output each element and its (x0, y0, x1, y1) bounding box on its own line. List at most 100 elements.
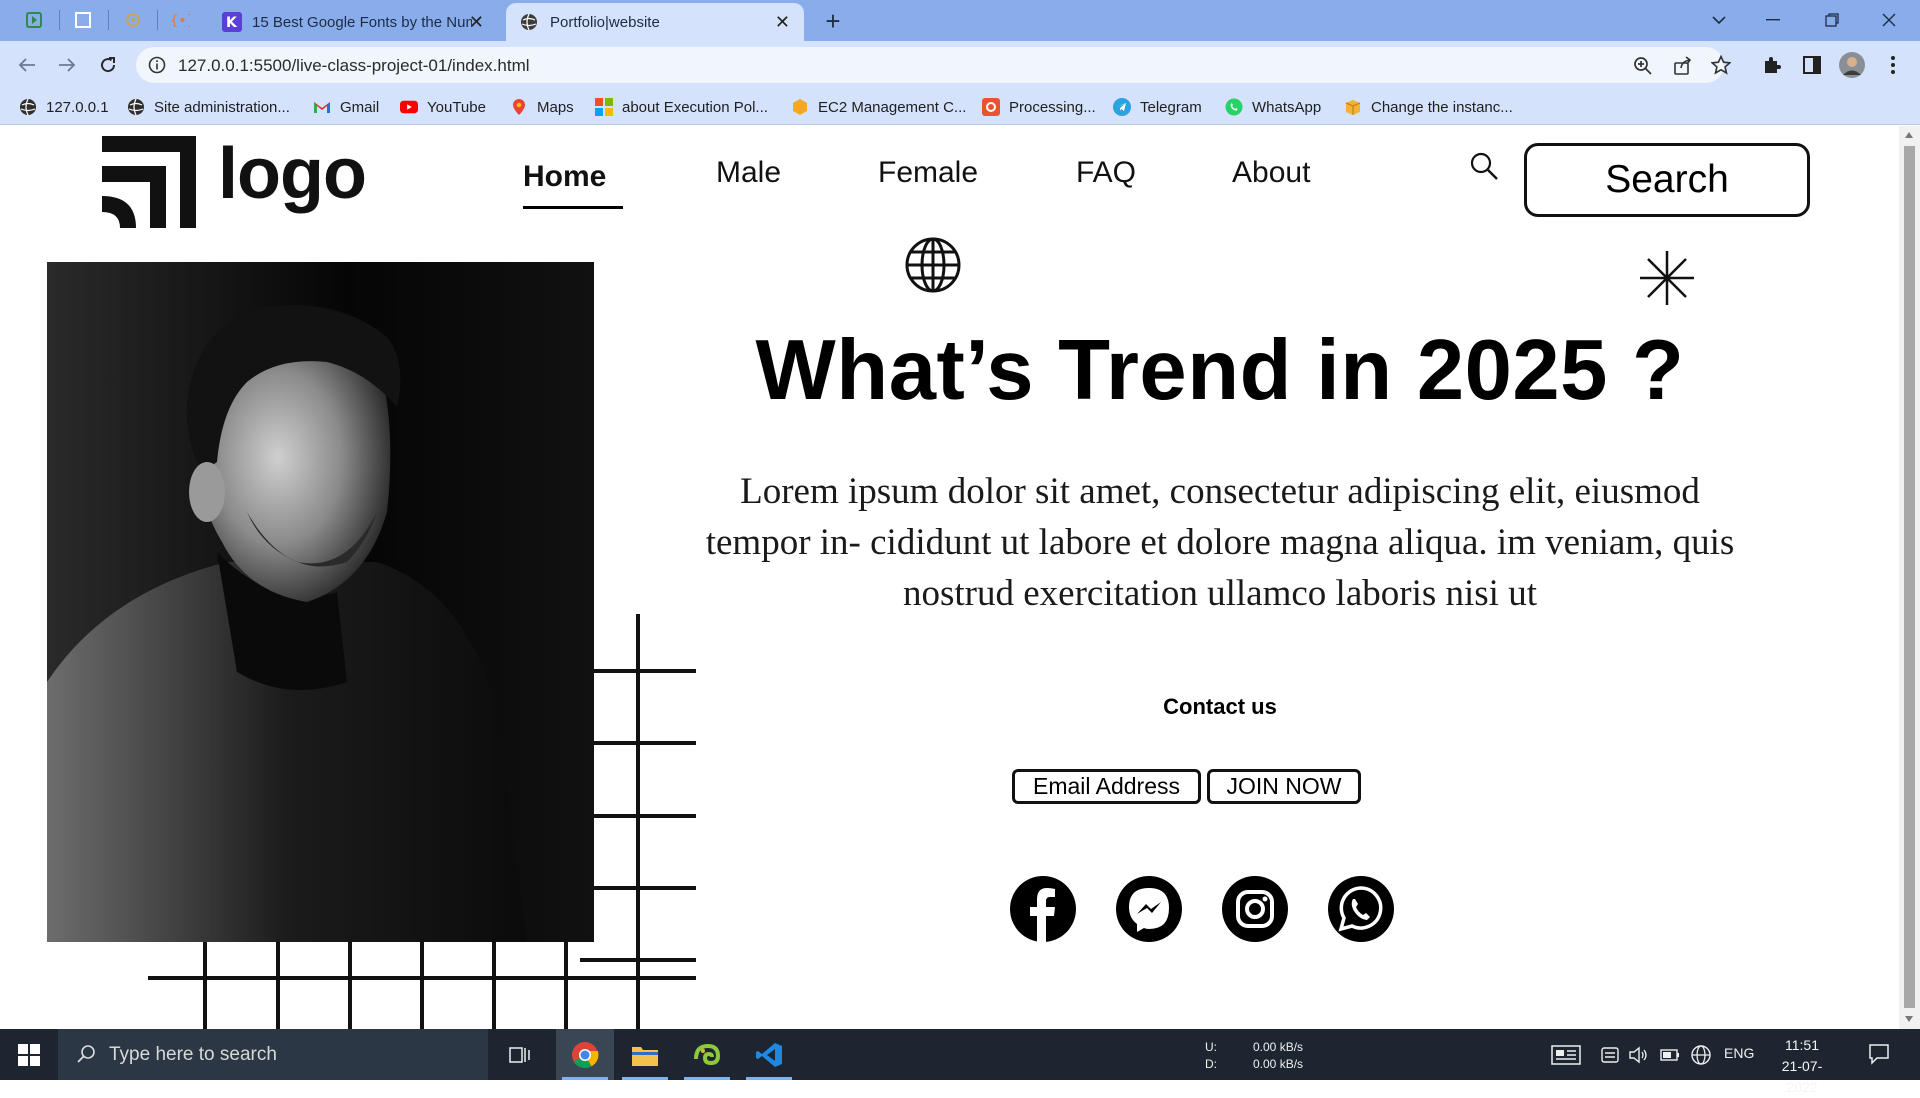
globe-icon (905, 237, 961, 293)
close-icon[interactable]: ✕ (775, 12, 790, 33)
tab-separator (157, 10, 158, 30)
bookmark-execution-policy[interactable]: about Execution Pol... (595, 97, 768, 117)
task-view-button[interactable] (491, 1029, 549, 1080)
bookmark-label: 127.0.0.1 (46, 98, 109, 116)
browser-toolbar: 127.0.0.1:5500/live-class-project-01/ind… (0, 41, 1920, 89)
hero-paragraph: Lorem ipsum dolor sit amet, consectetur … (705, 471, 1735, 614)
sparkle-star-icon (1640, 251, 1694, 305)
bookmark-label: WhatsApp (1252, 98, 1322, 116)
keyboard-icon[interactable] (1601, 1045, 1619, 1065)
logo-text[interactable]: logo (218, 134, 367, 214)
bookmark-label: Telegram (1140, 98, 1202, 116)
taskbar-search-placeholder: Type here to search (109, 1043, 277, 1065)
side-panel-icon (1803, 56, 1821, 74)
close-icon[interactable]: ✕ (469, 12, 484, 33)
taskbar-vscode[interactable] (740, 1029, 798, 1080)
pinned-tab-3[interactable] (121, 8, 145, 32)
info-icon[interactable] (148, 56, 166, 74)
puzzle-icon (1765, 57, 1781, 73)
nav-male[interactable]: Male (716, 156, 781, 190)
profile-button[interactable] (1839, 52, 1865, 78)
scroll-thumb[interactable] (1904, 146, 1915, 1008)
windows-taskbar: Type here to search U: 0.00 kB/s D: 0.00 k… (0, 1029, 1920, 1095)
pinned-tab-4[interactable]: {•} (168, 8, 192, 32)
share-icon[interactable] (1673, 56, 1693, 76)
aws-icon (793, 99, 807, 115)
avatar (1839, 52, 1865, 78)
tab-fonts-article[interactable]: K 15 Best Google Fonts by the Num ✕ (208, 3, 498, 41)
bookmark-telegram[interactable]: Telegram (1113, 97, 1202, 117)
close-icon (1882, 13, 1896, 27)
arrow-right-icon (59, 58, 76, 72)
tab-search-button[interactable] (1696, 4, 1742, 36)
nav-about[interactable]: About (1232, 156, 1310, 190)
bookmark-maps[interactable]: Maps (510, 97, 574, 117)
scroll-down-arrow[interactable] (1905, 1016, 1913, 1022)
nav-home[interactable]: Home (523, 160, 606, 194)
address-bar[interactable]: 127.0.0.1:5500/live-class-project-01/ind… (136, 47, 1731, 83)
scroll-up-arrow[interactable] (1905, 132, 1913, 138)
bookmark-site-admin[interactable]: Site administration... (127, 97, 290, 117)
telegram-icon (1113, 98, 1131, 116)
web-page: logo Home Male Female FAQ About Search W… (0, 126, 1899, 1029)
net-down-label: D: (1205, 1057, 1217, 1071)
start-button[interactable] (0, 1029, 58, 1080)
bookmark-gmail[interactable]: Gmail (313, 97, 379, 117)
forward-button[interactable] (52, 50, 82, 80)
hero-title: What’s Trend in 2025 ? (755, 323, 1685, 418)
speaker-icon[interactable] (1628, 1045, 1648, 1065)
email-field[interactable]: Email Address (1012, 769, 1201, 804)
battery-icon[interactable] (1660, 1045, 1680, 1065)
facebook-icon[interactable] (1010, 876, 1076, 942)
contact-heading: Contact us (1163, 694, 1277, 719)
side-panel-button[interactable] (1799, 52, 1825, 78)
page-scrollbar[interactable] (1899, 126, 1920, 1029)
bookmark-label: EC2 Management C... (818, 98, 967, 116)
new-tab-button[interactable]: + (818, 6, 848, 36)
whatsapp-icon[interactable] (1328, 876, 1394, 942)
menu-button[interactable] (1880, 52, 1906, 78)
reload-button[interactable] (93, 50, 123, 80)
messenger-icon[interactable] (1116, 876, 1182, 942)
extensions-button[interactable] (1759, 52, 1785, 78)
bookmark-youtube[interactable]: YouTube (400, 97, 486, 117)
tab-title: Portfolio|website (550, 13, 660, 31)
minimize-button[interactable] (1750, 4, 1796, 36)
nav-faq[interactable]: FAQ (1076, 156, 1136, 190)
bookmark-label: Maps (537, 98, 574, 116)
instagram-icon[interactable] (1222, 876, 1288, 942)
notifications-icon[interactable] (1868, 1043, 1890, 1065)
nav-female[interactable]: Female (878, 156, 978, 190)
system-clock[interactable]: 11:51 21-07-2022 (1768, 1035, 1836, 1098)
hero-portrait-image (47, 262, 594, 942)
close-window-button[interactable] (1866, 4, 1912, 36)
join-now-button[interactable]: JOIN NOW (1207, 769, 1361, 804)
zoom-icon[interactable] (1633, 56, 1653, 76)
taskbar-search-box[interactable]: Type here to search (58, 1029, 488, 1080)
bookmark-change-instance[interactable]: Change the instanc... (1344, 97, 1513, 117)
gear-icon (126, 13, 140, 27)
news-widget-icon[interactable] (1551, 1045, 1581, 1065)
bookmark-localhost[interactable]: 127.0.0.1 (19, 97, 109, 117)
taskbar-chrome[interactable] (556, 1029, 614, 1080)
bookmark-star-icon[interactable] (1711, 55, 1731, 75)
gmail-icon (314, 102, 330, 113)
clock-time: 11:51 (1785, 1037, 1819, 1053)
bookmark-processing[interactable]: Processing... (982, 97, 1096, 117)
taskbar-app-chameleon[interactable] (678, 1029, 736, 1080)
bookmark-ec2[interactable]: EC2 Management C... (791, 97, 966, 117)
logo-mark[interactable] (102, 136, 196, 228)
taskbar-file-explorer[interactable] (616, 1029, 674, 1080)
search-box[interactable]: Search (1524, 143, 1810, 217)
bookmark-whatsapp[interactable]: WhatsApp (1225, 97, 1321, 117)
search-icon[interactable] (1469, 151, 1499, 181)
globe-icon[interactable] (1690, 1044, 1712, 1066)
restore-button[interactable] (1809, 4, 1855, 36)
pinned-tab-2[interactable] (71, 8, 95, 32)
pinned-tab-1[interactable] (22, 8, 46, 32)
language-indicator[interactable]: ENG (1724, 1045, 1754, 1061)
restore-icon (1825, 13, 1839, 27)
bookmark-label: about Execution Pol... (622, 98, 768, 116)
back-button[interactable] (12, 50, 42, 80)
tab-portfolio[interactable]: Portfolio|website ✕ (506, 3, 804, 41)
